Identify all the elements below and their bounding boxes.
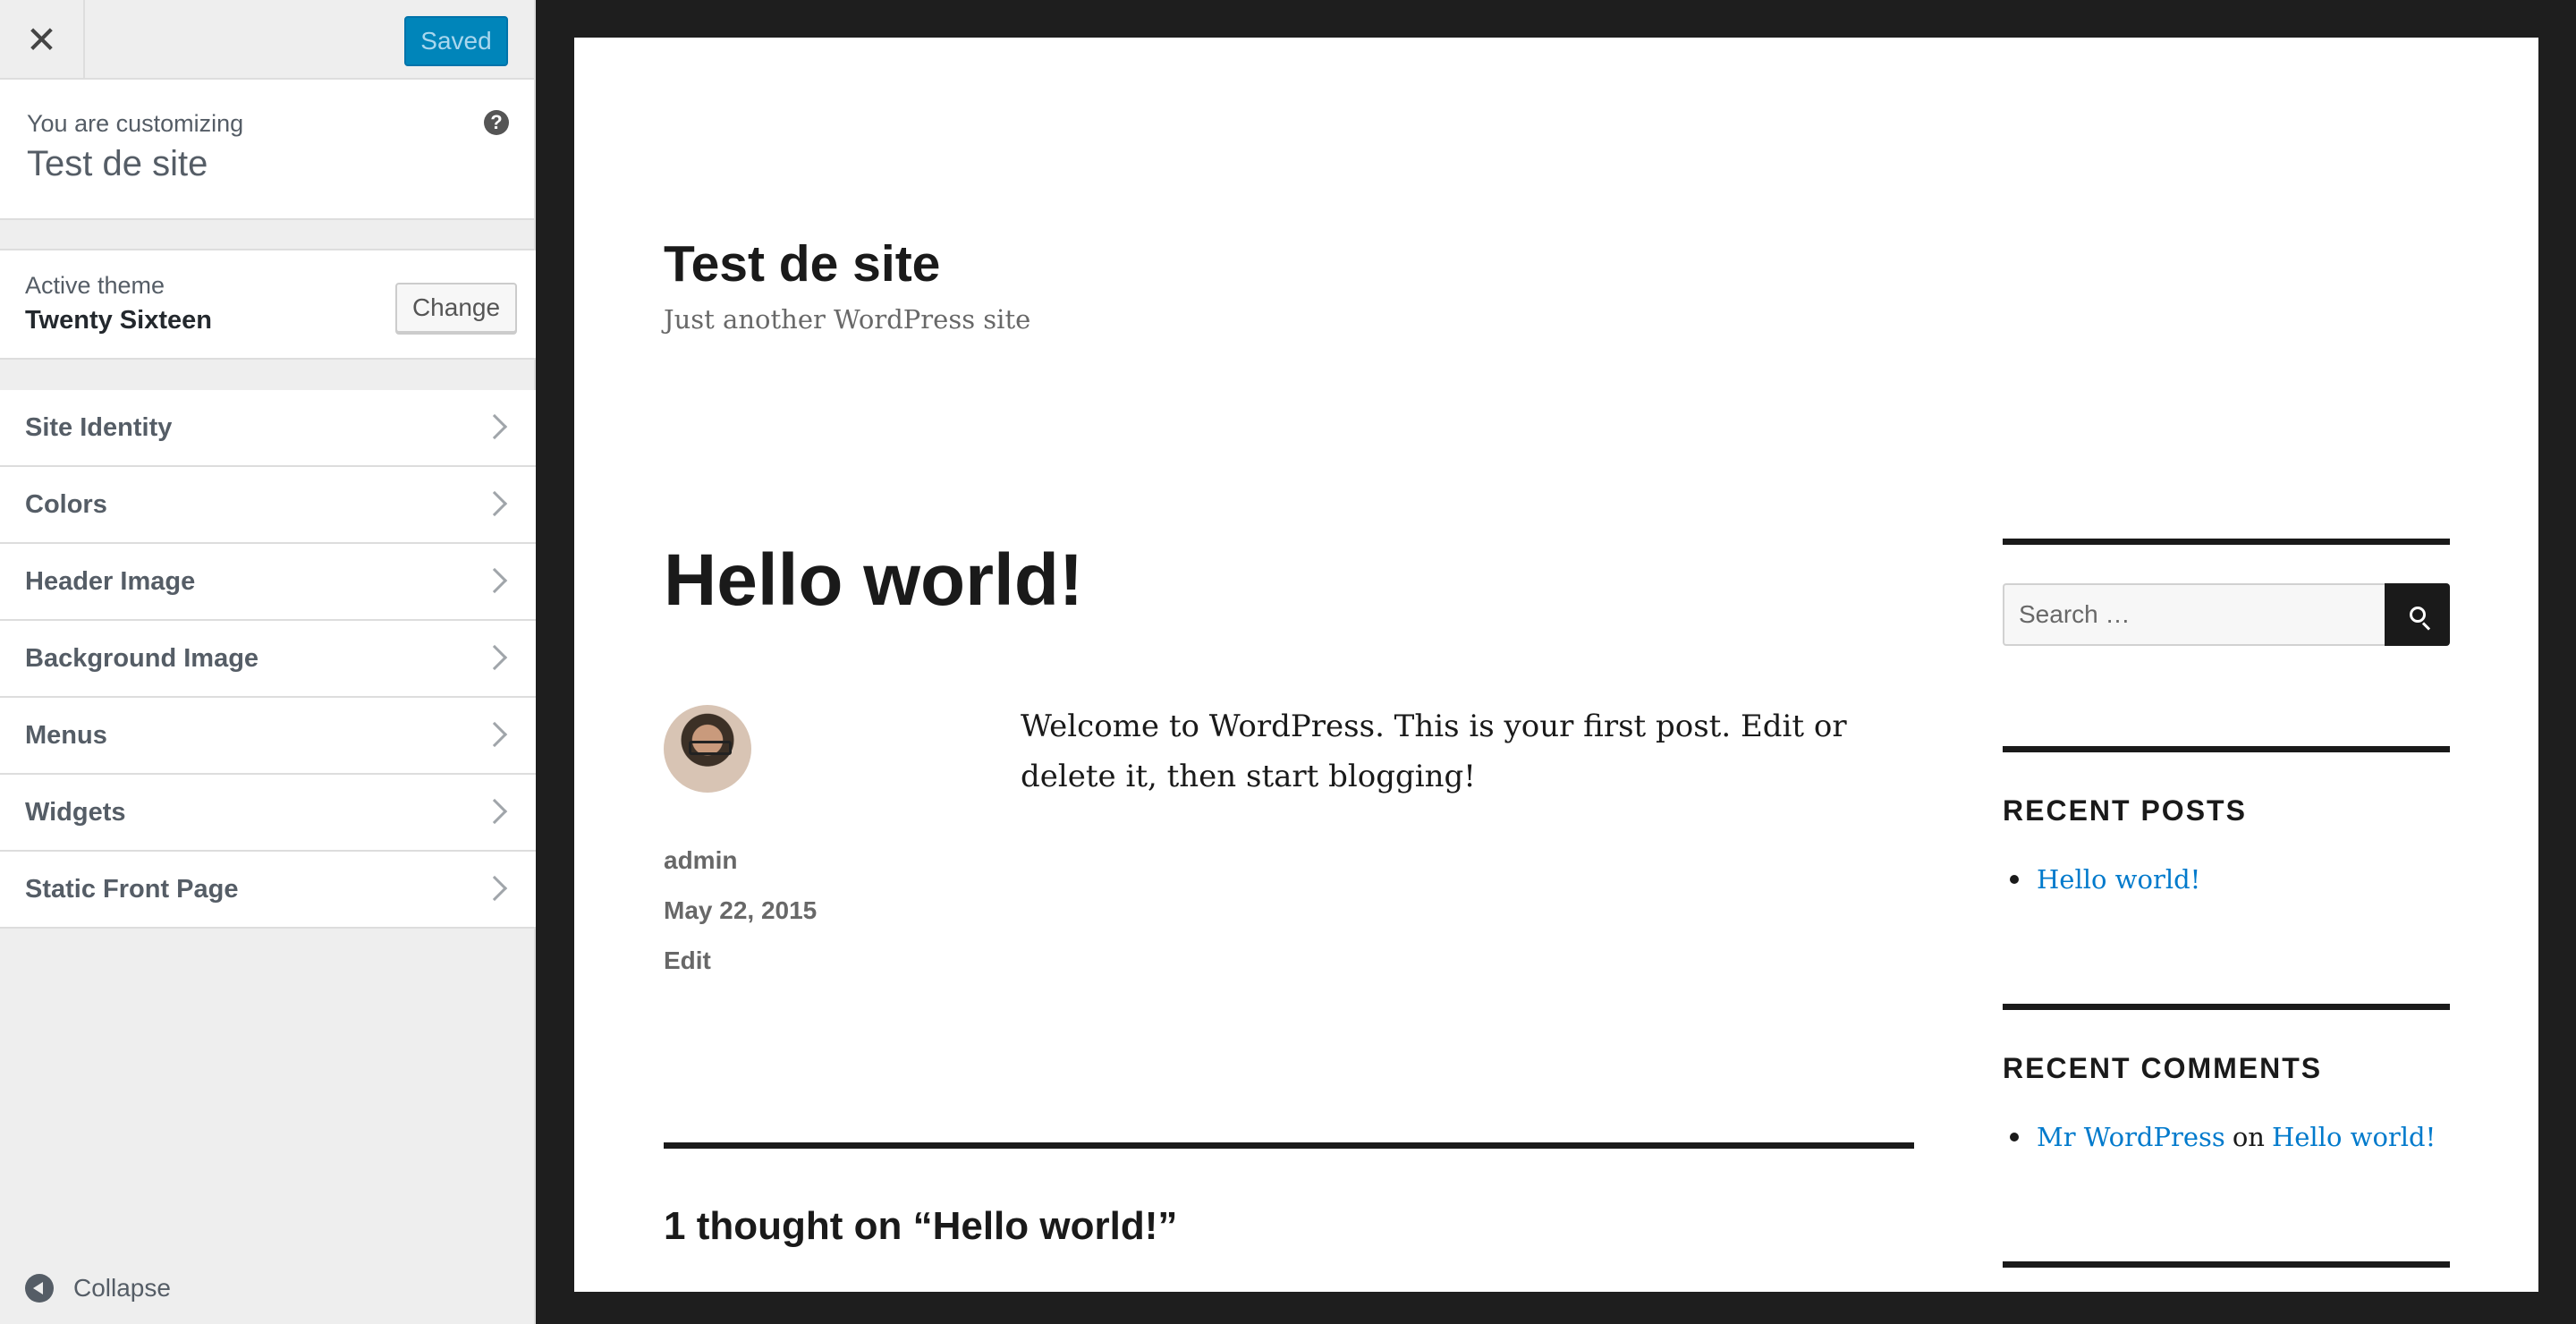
chevron-right-icon xyxy=(481,567,508,594)
panel-label: Site Identity xyxy=(25,412,173,442)
chevron-right-icon xyxy=(481,875,508,902)
post-edit-link[interactable]: Edit xyxy=(664,946,711,975)
collapse-button[interactable]: Collapse xyxy=(25,1274,171,1303)
chevron-right-icon xyxy=(481,798,508,825)
search-input[interactable]: Search … xyxy=(2003,583,2387,646)
panel-site-identity[interactable]: Site Identity xyxy=(0,390,536,467)
collapse-label: Collapse xyxy=(73,1274,171,1302)
help-icon[interactable]: ? xyxy=(484,110,509,135)
panel-background-image[interactable]: Background Image xyxy=(0,621,536,698)
widget-divider xyxy=(2003,1004,2450,1010)
comment-on-text: on xyxy=(2232,1122,2265,1152)
avatar xyxy=(664,705,751,793)
panel-colors[interactable]: Colors xyxy=(0,467,536,544)
panel-label: Colors xyxy=(25,489,107,519)
bullet xyxy=(2010,1133,2019,1142)
search-button[interactable] xyxy=(2385,583,2450,646)
widget-divider xyxy=(2003,746,2450,752)
comment-post-link[interactable]: Hello world! xyxy=(2272,1122,2436,1152)
post-content: Welcome to WordPress. This is your first… xyxy=(1021,709,1847,794)
search-icon xyxy=(2409,607,2426,623)
recent-comments-title: RECENT COMMENTS xyxy=(2003,1052,2323,1084)
panel-label: Background Image xyxy=(25,643,259,673)
comments-title: 1 thought on “Hello world!” xyxy=(664,1204,1178,1248)
bullet xyxy=(2010,875,2019,884)
post-author[interactable]: admin xyxy=(664,846,737,875)
chevron-right-icon xyxy=(481,413,508,440)
panel-label: Menus xyxy=(25,720,107,750)
panel-menus[interactable]: Menus xyxy=(0,698,536,775)
widget-divider xyxy=(2003,539,2450,545)
customizing-label: You are customizing xyxy=(27,110,244,137)
active-theme-section: Active theme Twenty Sixteen Change xyxy=(0,249,536,360)
list-item: Hello world! xyxy=(2003,864,2200,895)
chevron-right-icon xyxy=(481,721,508,748)
customizer-header: ✕ Saved xyxy=(0,0,534,80)
collapse-arrow-icon xyxy=(25,1274,54,1303)
recent-post-link[interactable]: Hello world! xyxy=(2037,864,2200,895)
site-description: Just another WordPress site xyxy=(664,304,1031,335)
customizer-sidebar: ✕ Saved You are customizing Test de site… xyxy=(0,0,536,1324)
site-preview: Test de site Just another WordPress site… xyxy=(574,38,2538,1292)
chevron-right-icon xyxy=(481,644,508,671)
post-date[interactable]: May 22, 2015 xyxy=(664,896,817,925)
site-title[interactable]: Test de site xyxy=(664,234,940,293)
panel-label: Static Front Page xyxy=(25,874,239,904)
site-name: Test de site xyxy=(27,144,208,183)
chevron-right-icon xyxy=(481,490,508,517)
theme-name: Twenty Sixteen xyxy=(25,306,212,335)
panel-label: Header Image xyxy=(25,566,196,596)
panel-widgets[interactable]: Widgets xyxy=(0,775,536,852)
close-icon[interactable]: ✕ xyxy=(0,0,85,80)
panel-static-front-page[interactable]: Static Front Page xyxy=(0,852,536,929)
comments-divider xyxy=(664,1142,1914,1149)
comment-author-link[interactable]: Mr WordPress xyxy=(2037,1122,2225,1152)
list-item: Mr WordPress on Hello world! xyxy=(2003,1122,2436,1152)
panel-header-image[interactable]: Header Image xyxy=(0,544,536,621)
saved-button[interactable]: Saved xyxy=(404,16,508,66)
customizer-info: You are customizing Test de site ? xyxy=(0,80,534,220)
panel-label: Widgets xyxy=(25,797,126,827)
active-theme-label: Active theme xyxy=(25,272,165,299)
change-theme-button[interactable]: Change xyxy=(395,283,517,333)
widget-divider xyxy=(2003,1261,2450,1268)
post-title[interactable]: Hello world! xyxy=(664,539,1083,623)
panel-list: Site Identity Colors Header Image Backgr… xyxy=(0,390,536,929)
recent-posts-title: RECENT POSTS xyxy=(2003,794,2247,827)
